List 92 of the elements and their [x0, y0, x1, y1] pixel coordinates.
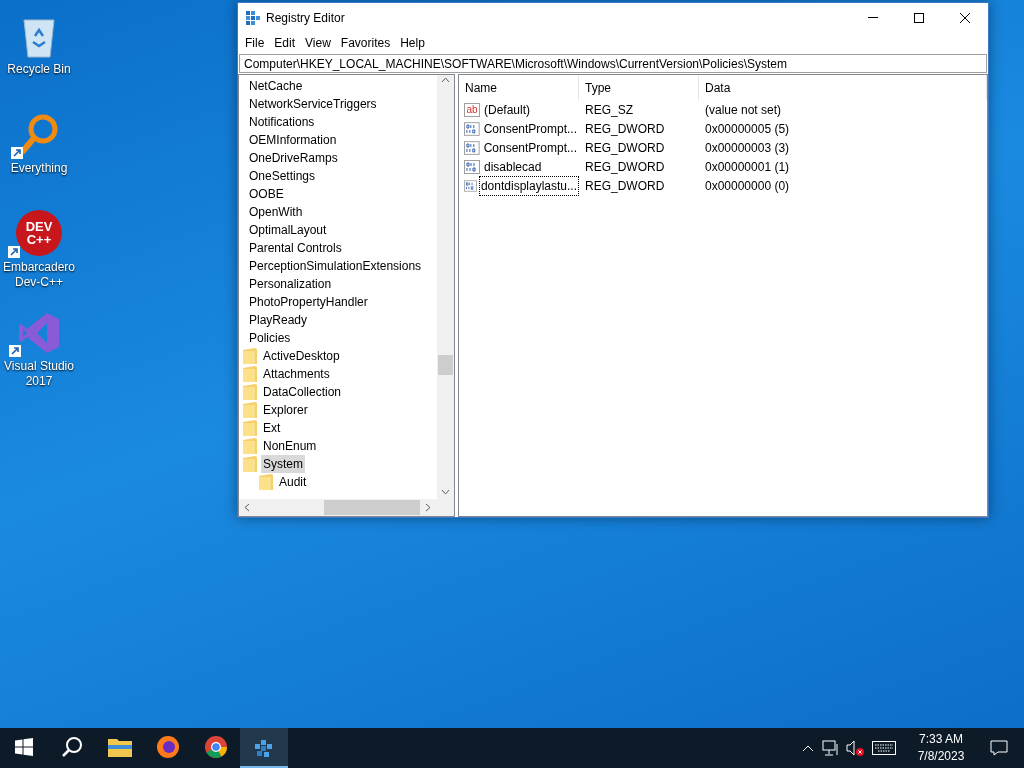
column-header[interactable]: Data	[699, 75, 987, 100]
horizontal-scrollbar[interactable]	[239, 499, 454, 516]
minimize-icon	[868, 17, 878, 18]
tree-item[interactable]: Personalization	[247, 275, 334, 293]
tree-item[interactable]: NetCache	[247, 77, 305, 95]
tree-item[interactable]: NonEnum	[261, 437, 319, 455]
tree-item[interactable]: PhotoPropertyHandler	[247, 293, 370, 311]
clock[interactable]: 7:33 AM 7/8/2023	[906, 731, 976, 765]
devcpp-logo: DEV C++	[16, 210, 62, 256]
tree-item[interactable]: OneSettings	[247, 167, 318, 185]
tree-item[interactable]: DataCollection	[261, 383, 344, 401]
caret-up-icon[interactable]	[802, 744, 814, 752]
maximize-icon	[914, 12, 924, 23]
clock-time: 7:33 AM	[919, 731, 963, 748]
menu-item[interactable]: Favorites	[335, 34, 396, 52]
tree-item[interactable]: Attachments	[261, 365, 332, 383]
scroll-down-icon	[441, 489, 450, 495]
clock-date: 7/8/2023	[917, 748, 965, 765]
value-type: REG_DWORD	[584, 158, 666, 176]
tree-item[interactable]: PlayReady	[247, 311, 310, 329]
desktop-icon-label[interactable]: Everything	[10, 161, 68, 176]
chrome-icon[interactable]	[204, 735, 228, 759]
value-name[interactable]: (Default)	[482, 99, 532, 120]
scroll-up-icon	[441, 77, 450, 83]
address-bar[interactable]: Computer\HKEY_LOCAL_MACHINE\SOFTWARE\Microsoft\Windows\CurrentVersion\Policies\System	[239, 54, 987, 73]
value-name[interactable]: ConsentPrompt...	[481, 118, 579, 139]
close-icon	[960, 12, 970, 23]
network-icon[interactable]	[822, 740, 840, 756]
folder-icon	[243, 348, 257, 364]
folder-icon	[243, 456, 257, 472]
keyboard-icon[interactable]	[872, 741, 896, 755]
binary-value-icon	[464, 159, 480, 174]
column-header[interactable]: Name	[459, 75, 579, 100]
value-data: 0x00000001 (1)	[704, 158, 790, 176]
column-header[interactable]: Type	[579, 75, 699, 100]
visual-studio-logo-icon	[17, 311, 61, 355]
firefox-icon[interactable]	[156, 735, 180, 759]
value-name[interactable]: ConsentPrompt...	[481, 137, 579, 158]
notification-icon[interactable]	[990, 740, 1008, 756]
tree-item[interactable]: System	[261, 455, 305, 473]
scroll-left-icon	[244, 503, 250, 512]
binary-value-icon	[464, 178, 477, 193]
value-name[interactable]: disablecad	[482, 156, 544, 177]
scroll-thumb[interactable]	[324, 500, 420, 515]
tree-item[interactable]: Parental Controls	[247, 239, 344, 257]
string-value-icon: ab	[464, 102, 480, 117]
value-type: REG_DWORD	[584, 120, 666, 138]
tree-item[interactable]: Explorer	[261, 401, 310, 419]
tree-item[interactable]: Ext	[261, 419, 283, 437]
scroll-right-icon	[425, 503, 431, 512]
desktop-icon-label[interactable]: Recycle Bin	[7, 62, 71, 77]
folder-icon	[259, 474, 273, 490]
folder-icon	[243, 420, 257, 436]
vertical-scrollbar[interactable]	[437, 75, 454, 499]
tree-item[interactable]: OOBE	[247, 185, 286, 203]
window-title: Registry Editor	[266, 9, 345, 27]
value-name[interactable]: dontdisplaylastu...	[478, 175, 579, 196]
value-data: 0x00000003 (3)	[704, 139, 790, 157]
folder-icon	[243, 366, 257, 382]
desktop-icon-label[interactable]: Visual Studio 2017	[0, 359, 78, 389]
tree-item[interactable]: OEMInformation	[247, 131, 339, 149]
menu-item[interactable]: View	[300, 34, 336, 52]
value-data: 0x00000005 (5)	[704, 120, 790, 138]
desktop-icon-label[interactable]: Embarcadero Dev-C++	[0, 260, 78, 290]
tree-item[interactable]: NetworkServiceTriggers	[247, 95, 379, 113]
search-icon[interactable]	[61, 736, 83, 758]
scroll-thumb[interactable]	[438, 355, 453, 375]
binary-value-icon	[464, 121, 480, 136]
value-data: 0x00000000 (0)	[704, 177, 790, 195]
folder-icon[interactable]	[108, 737, 132, 757]
registry-cubes-icon	[245, 9, 261, 26]
tree-item[interactable]: Policies	[247, 329, 293, 347]
value-type: REG_DWORD	[584, 177, 666, 195]
tree-item[interactable]: PerceptionSimulationExtensions	[247, 257, 424, 275]
menu-item[interactable]: File	[240, 34, 270, 52]
tree-item[interactable]: ActiveDesktop	[261, 347, 342, 365]
tree-item[interactable]: Notifications	[247, 113, 317, 131]
muted-speaker-icon[interactable]	[846, 740, 864, 756]
menu-item[interactable]: Edit	[269, 34, 301, 52]
folder-icon	[243, 384, 257, 400]
tree-item[interactable]: OpenWith	[247, 203, 305, 221]
binary-value-icon	[464, 140, 480, 155]
folder-icon	[243, 438, 257, 454]
folder-icon	[243, 402, 257, 418]
tree-item[interactable]: OptimalLayout	[247, 221, 329, 239]
value-type: REG_SZ	[584, 101, 634, 119]
tree-item[interactable]: Audit	[277, 473, 309, 491]
tree-item[interactable]: OneDriveRamps	[247, 149, 340, 167]
menu-item[interactable]: Help	[395, 34, 430, 52]
value-type: REG_DWORD	[584, 139, 666, 157]
windows-start-icon[interactable]	[15, 738, 33, 756]
value-data: (value not set)	[704, 101, 782, 119]
